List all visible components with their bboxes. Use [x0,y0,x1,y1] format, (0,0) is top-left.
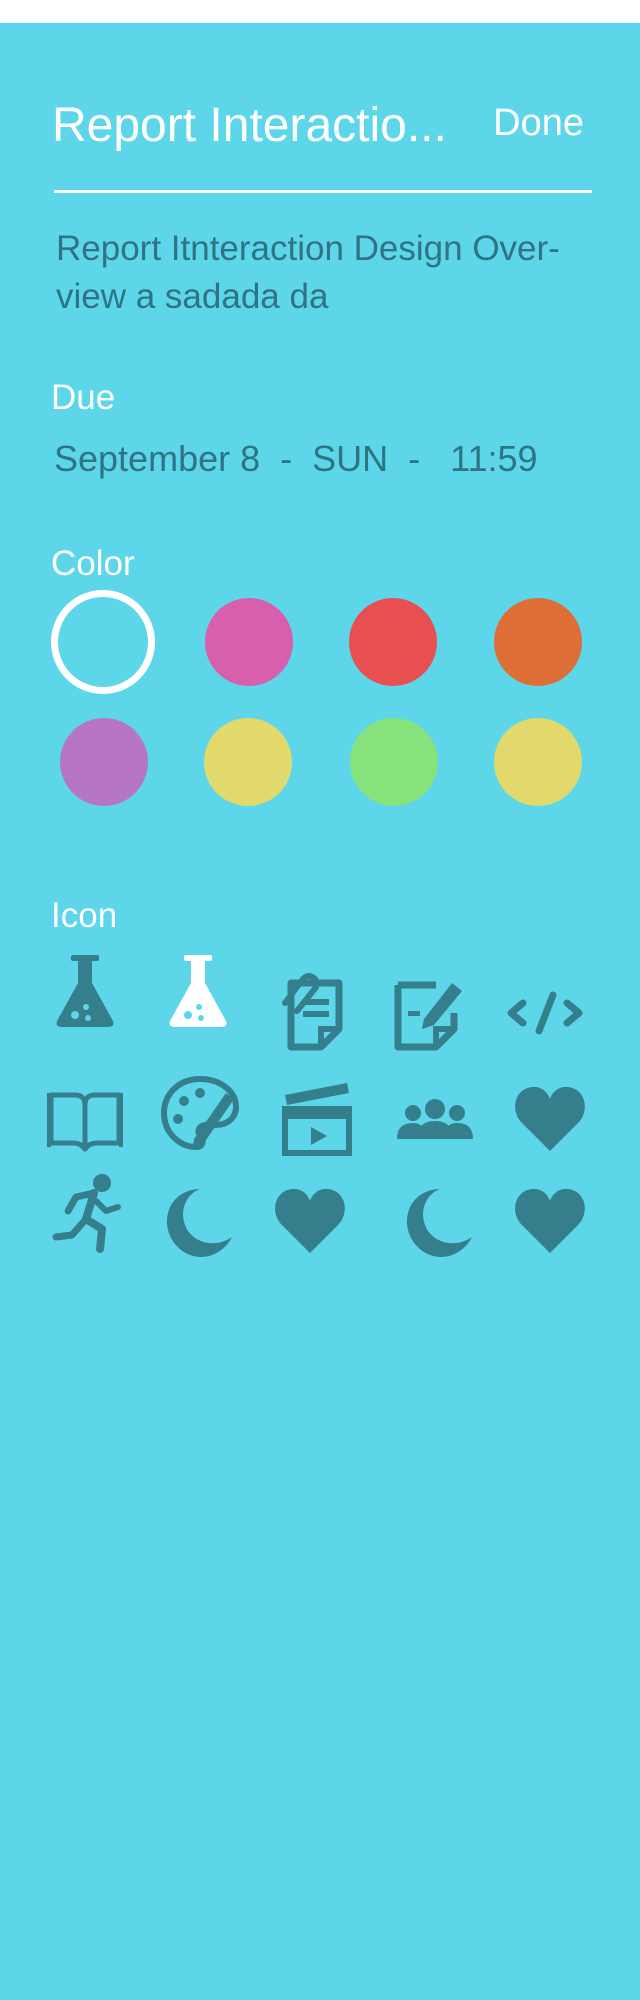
heart-icon[interactable] [510,1079,590,1159]
color-swatch-pink[interactable] [205,598,293,686]
edit-note-icon[interactable] [390,973,470,1053]
due-label: Due [51,378,116,417]
runner-icon[interactable] [50,1173,130,1253]
moon-icon[interactable] [400,1181,480,1261]
color-swatch-cyan-selected[interactable] [51,590,155,694]
heart-icon[interactable] [510,1181,590,1261]
task-title-input[interactable]: Report Interactio... [52,95,462,157]
icon-label: Icon [51,896,118,935]
color-swatch-green[interactable] [350,718,438,806]
done-button[interactable]: Done [493,99,584,148]
color-swatch-yellow[interactable] [204,718,292,806]
flask-selected-icon[interactable] [158,951,238,1031]
heart-icon[interactable] [270,1181,350,1261]
clipboard-attach-icon[interactable] [275,973,355,1053]
color-swatch-red[interactable] [349,598,437,686]
title-underline [54,190,592,193]
color-swatch-yellow-2[interactable] [494,718,582,806]
moon-icon[interactable] [160,1181,240,1261]
code-icon[interactable] [505,973,585,1053]
edit-task-panel: Report Interactio... Done Report Itntera… [0,23,640,2000]
color-label: Color [51,544,135,583]
due-date-value[interactable]: September 8 - SUN - 11:59 [54,437,538,480]
clapperboard-icon[interactable] [277,1077,357,1157]
flask-icon[interactable] [45,951,125,1031]
group-icon[interactable] [395,1079,475,1159]
header: Report Interactio... Done [52,95,592,175]
task-description[interactable]: Report Itnteraction Design Over-view a s… [56,225,596,321]
open-book-icon[interactable] [45,1079,125,1159]
palette-icon[interactable] [160,1073,240,1153]
color-swatch-orange[interactable] [494,598,582,686]
color-swatch-purple[interactable] [60,718,148,806]
